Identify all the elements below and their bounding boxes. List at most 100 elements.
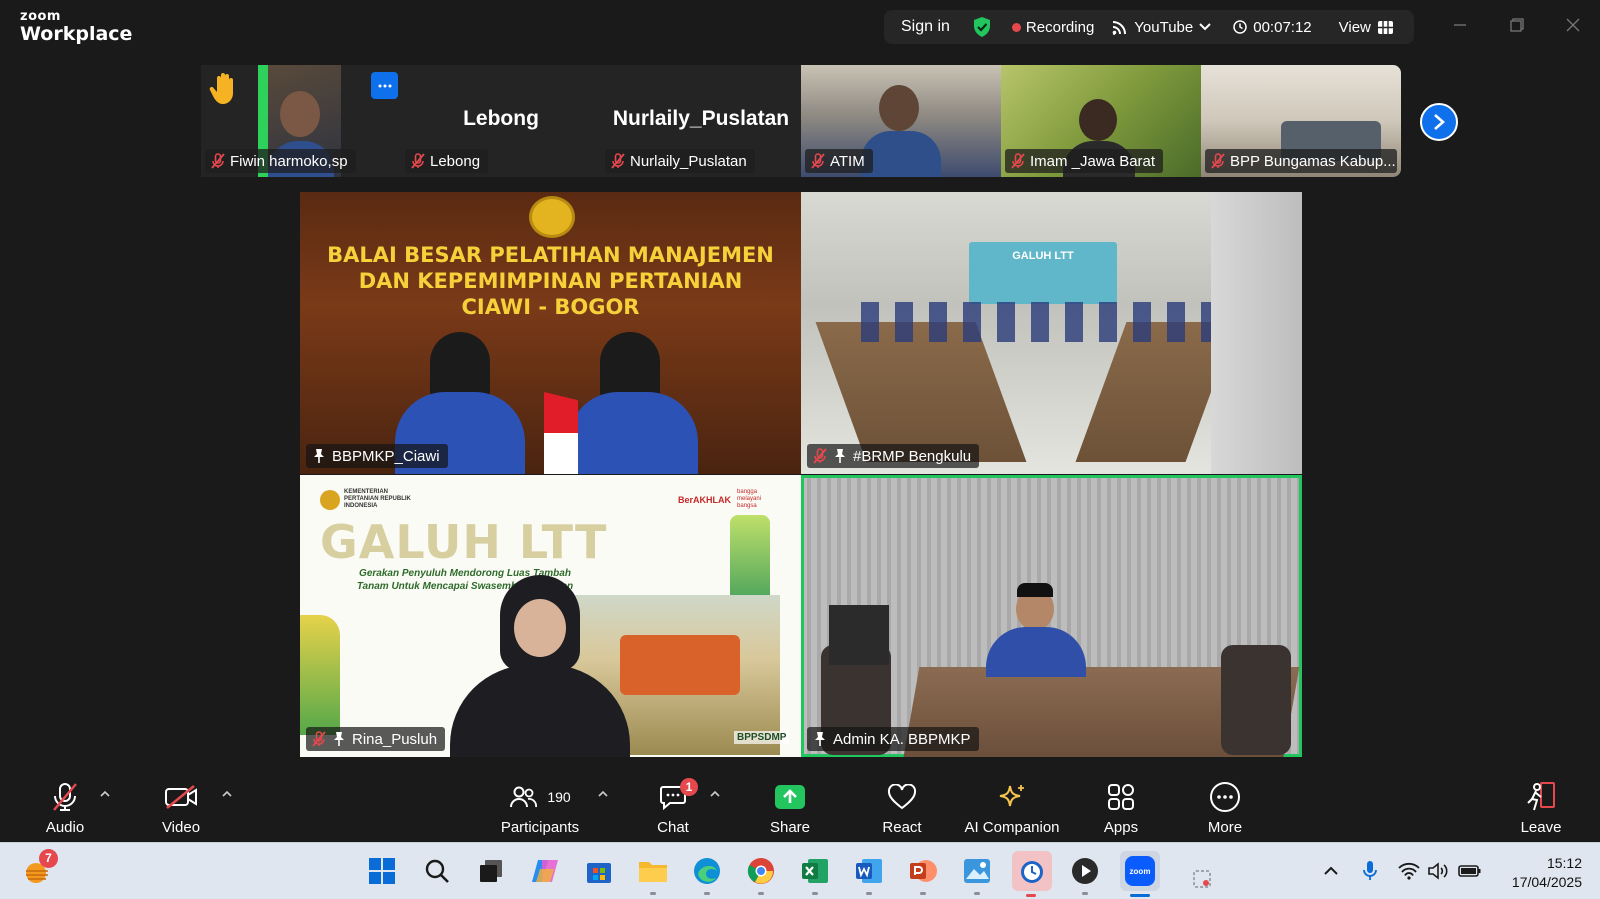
leave-label: Leave [1520,819,1562,836]
apps-button[interactable]: Apps [1071,780,1171,836]
pin-icon [314,449,324,463]
participant-name: Imam _Jawa Barat [1030,152,1156,170]
next-page-button[interactable] [1420,103,1458,141]
video-gallery: BALAI BESAR PELATIHAN MANAJEMEN DAN KEPE… [300,192,1302,757]
audio-options-caret[interactable] [100,786,110,800]
running-indicator [812,892,818,895]
conference-table-left [815,322,1027,462]
foreground-person [1211,192,1302,474]
participant-thumbnail[interactable]: Fiwin harmoko,sp [201,65,401,177]
logo-line1: zoom [20,9,61,24]
video-tile-active-speaker[interactable]: Admin KA. BBPMKP [801,475,1302,757]
battery-icon [1458,865,1481,877]
video-tile[interactable]: KEMENTERIAN PERTANIAN REPUBLIK INDONESIA… [300,475,801,757]
copilot-app[interactable] [527,853,563,889]
speaker-icon [1428,862,1448,880]
share-button[interactable]: Share [740,780,840,836]
running-indicator [1026,894,1036,897]
tile-name-label: BBPMKP_Ciawi [306,444,448,468]
participant-thumbnail[interactable]: Nurlaily_Puslatan Nurlaily_Puslatan [601,65,801,177]
zoom-app[interactable]: zoom [1120,851,1160,897]
windows-logo-icon [369,858,395,884]
photos-app[interactable] [959,853,995,895]
chair-right [1221,645,1291,755]
participant-strip: Fiwin harmoko,sp Lebong Lebong Nurlaily_… [201,65,1401,177]
bangga-logo: bangga melayani bangsa [737,489,762,509]
participants-options-caret[interactable] [598,786,608,800]
system-clock[interactable]: 15:12 17/04/2025 [1498,854,1582,892]
ai-companion-button[interactable]: AI Companion [956,780,1068,836]
powerpoint-app[interactable] [905,853,941,895]
close-button[interactable] [1559,12,1587,40]
recording-label: Recording [1025,18,1095,36]
more-options-button[interactable] [371,72,398,99]
edge-app[interactable] [689,853,725,895]
minimize-button[interactable] [1446,12,1474,40]
view-button[interactable]: View [1339,19,1393,36]
live-stream-menu[interactable]: YouTube [1112,19,1211,36]
mic-muted-icon [813,448,827,464]
video-options-caret[interactable] [222,786,232,800]
tile-name: Admin KA. BBPMKP [833,730,971,748]
video-button[interactable]: Video [131,780,231,836]
leave-icon [1527,782,1555,811]
participants-button[interactable]: 190 Participants [485,780,595,836]
file-explorer-app[interactable] [635,853,671,895]
encryption-shield-icon[interactable] [972,16,992,38]
participant-name-label: Fiwin harmoko,sp [205,149,356,173]
participant-thumbnail[interactable]: Lebong Lebong [401,65,601,177]
mic-muted-icon [1211,153,1225,169]
live-stream-label: YouTube [1134,18,1194,36]
task-view-button[interactable] [473,853,509,889]
clock-app[interactable] [1012,851,1052,897]
snipping-tool-app[interactable] [1190,867,1214,891]
participant-thumbnail[interactable]: Imam _Jawa Barat [1001,65,1201,177]
participant-name: ATIM [830,152,865,170]
room-banner: GALUH LTT [969,242,1117,304]
powerpoint-icon [910,860,937,882]
participant-thumbnail[interactable]: BPP Bungamas Kabup... [1201,65,1401,177]
chevron-up-icon [598,790,608,797]
banner-text: BALAI BESAR PELATIHAN MANAJEMEN DAN KEPE… [300,242,801,320]
chat-options-caret[interactable] [710,786,720,800]
restore-button[interactable] [1503,12,1531,40]
participant-name-label: Lebong [405,149,489,173]
store-icon [587,863,611,883]
pin-icon [334,732,344,746]
show-hidden-icons-button[interactable] [1313,853,1349,889]
weather-badge: 7 [39,849,58,868]
start-button[interactable] [364,853,400,889]
store-app[interactable] [581,853,617,889]
meeting-toolbar: Audio Video 190 Participants Chat 1 Shar… [0,768,1600,842]
sign-in-button[interactable]: Sign in [901,18,950,36]
word-app[interactable] [851,853,887,895]
tile-name: #BRMP Bengkulu [853,447,972,465]
microphone-tray[interactable] [1352,853,1388,889]
recording-indicator[interactable]: Recording [1011,18,1095,36]
video-tile[interactable]: BALAI BESAR PELATIHAN MANAJEMEN DAN KEPE… [300,192,801,474]
attendees [861,302,1241,342]
react-button[interactable]: React [852,780,952,836]
chrome-app[interactable] [743,853,779,895]
search-button[interactable] [419,853,455,889]
audio-label: Audio [45,819,85,836]
leave-button[interactable]: Leave [1491,780,1591,836]
chevron-down-icon [1199,23,1211,31]
battery-tray[interactable] [1452,853,1488,889]
pin-icon [815,732,825,746]
more-icon [1210,782,1240,812]
video-tile[interactable]: GALUH LTT #BRMP Bengkulu [801,192,1302,474]
minimize-icon [1454,24,1466,26]
title-bar: zoom Workplace Sign in Recording YouTube… [0,0,1600,56]
chat-button[interactable]: Chat [623,780,723,836]
participant-thumbnail[interactable]: ATIM [801,65,1001,177]
media-player-app[interactable] [1067,853,1103,895]
active-indicator [1130,894,1150,897]
more-button[interactable]: More [1175,780,1275,836]
excel-app[interactable] [797,853,833,895]
ministry-name: KEMENTERIAN PERTANIAN REPUBLIK INDONESIA [344,489,411,509]
brand-logos: BerAKHLAK bangga melayani bangsa [678,489,773,510]
presenter-rina-face [514,599,566,657]
mic-muted-icon [611,153,625,169]
volume-tray[interactable] [1420,853,1456,889]
